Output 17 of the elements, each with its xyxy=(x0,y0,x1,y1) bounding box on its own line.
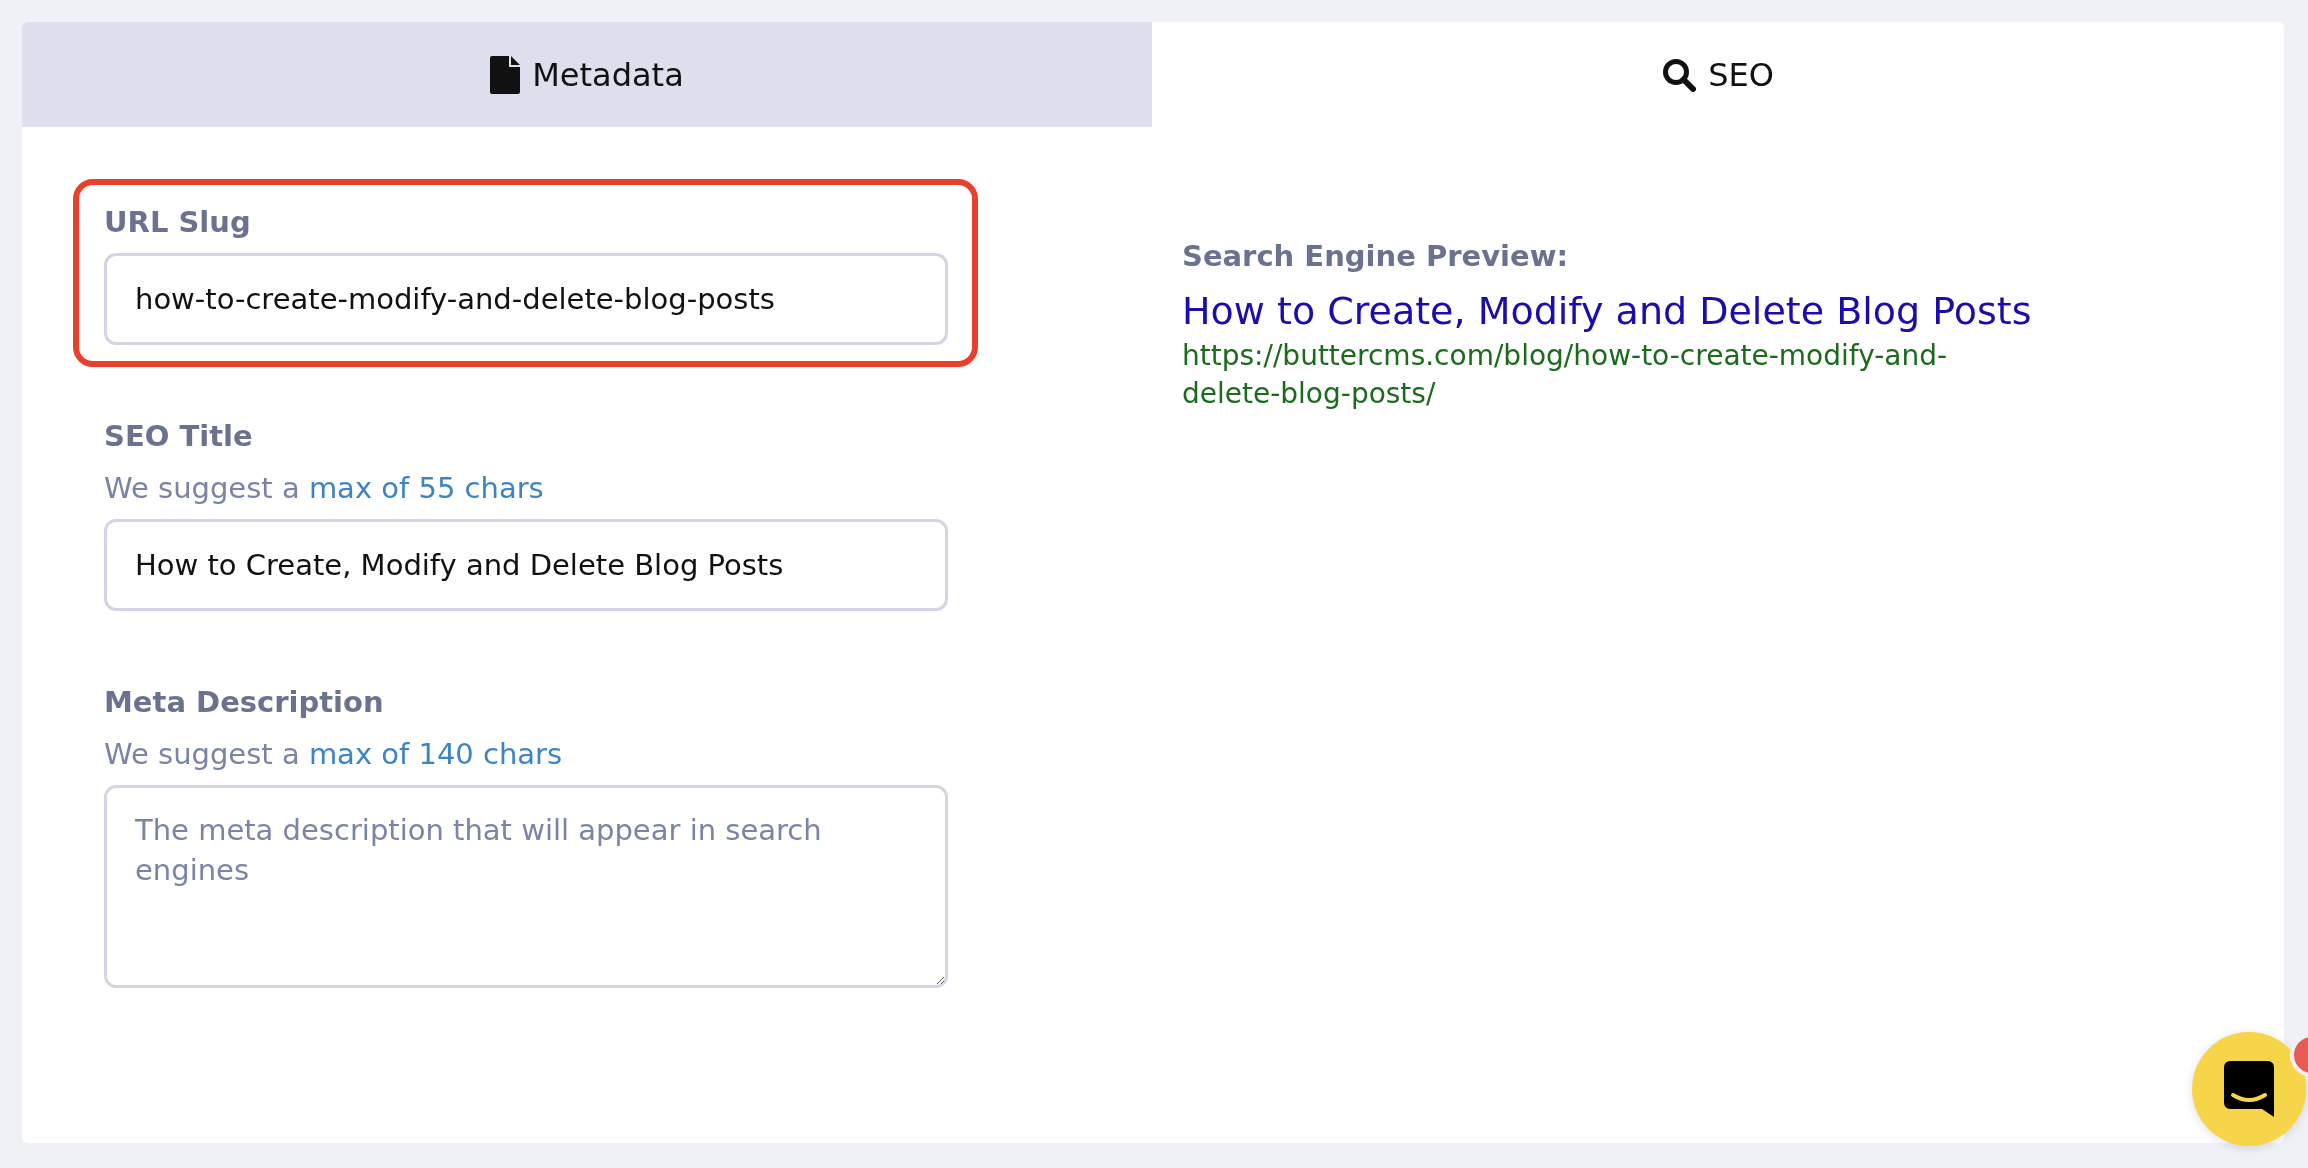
preview-title: How to Create, Modify and Delete Blog Posts xyxy=(1182,289,2033,333)
hint-text: We suggest a max of 55 chars xyxy=(104,471,545,505)
hint-link[interactable]: max of 140 chars xyxy=(308,737,563,771)
field-label: Meta Description xyxy=(104,685,385,719)
textarea-field[interactable]: The meta description that will appear in search engines xyxy=(104,785,948,988)
input-field[interactable]: How to Create, Modify and Delete Blog Posts xyxy=(104,519,948,611)
hint-text: We suggest a max of 140 chars xyxy=(104,737,564,771)
search-icon xyxy=(1662,57,1697,92)
document-icon xyxy=(490,55,521,94)
hint-link[interactable]: max of 55 chars xyxy=(308,471,544,505)
field-label: URL Slug xyxy=(104,205,252,239)
field-label: SEO Title xyxy=(104,419,254,453)
preview-heading: Search Engine Preview: xyxy=(1182,239,1570,273)
tab[interactable]: Metadata xyxy=(22,22,1152,127)
chat-icon xyxy=(2224,1061,2274,1117)
preview-url: https://buttercms.com/blog/how-to-create-modify-and-delete-blog-posts/ xyxy=(1182,338,1949,412)
input-field[interactable]: how-to-create-modify-and-delete-blog-posts xyxy=(104,253,948,345)
